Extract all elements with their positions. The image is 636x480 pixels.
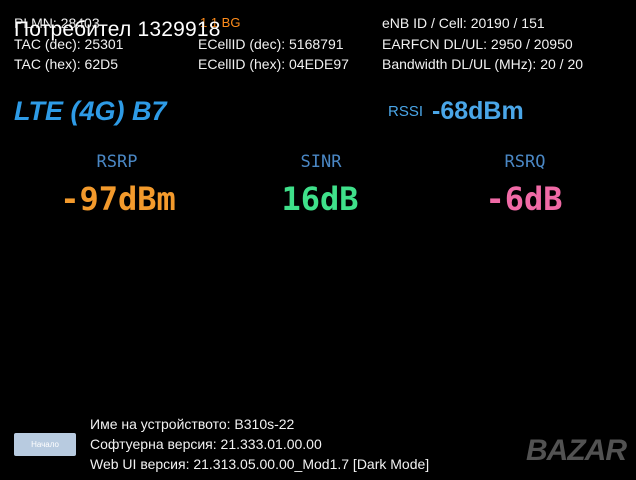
- rssi-value: -68dBm: [432, 97, 524, 125]
- earfcn-text: EARFCN DL/UL: 2950 / 20950: [382, 36, 573, 52]
- enb-cell-text: eNB ID / Cell: 20190 / 151: [382, 15, 545, 31]
- rsrp-label: RSRP: [96, 152, 138, 172]
- device-name-text: Име на устройството: B310s-22: [90, 416, 295, 432]
- rsrq-value: -6dB: [485, 180, 563, 218]
- user-caption: Потребител 1329918: [14, 18, 221, 41]
- network-tech: LTE (4G) B7: [14, 96, 167, 126]
- rsrq-label: RSRQ: [504, 152, 546, 172]
- webui-version-text: Web UI версия: 21.313.05.00.00_Mod1.7 [D…: [90, 456, 430, 472]
- rssi-label: RSSI: [388, 103, 424, 120]
- ecellid-hex-text: ECellID (hex): 04EDE97: [198, 56, 349, 72]
- bazar-watermark: BAZAR: [526, 434, 627, 467]
- sinr-label: SINR: [300, 152, 342, 172]
- tac-hex-text: TAC (hex): 62D5: [14, 56, 118, 72]
- software-version-text: Софтуерна версия: 21.333.01.00.00: [90, 436, 322, 452]
- rsrp-value: -97dBm: [60, 180, 176, 218]
- bandwidth-text: Bandwidth DL/UL (MHz): 20 / 20: [382, 56, 584, 72]
- home-button[interactable]: Начало: [14, 433, 76, 456]
- sinr-value: 16dB: [281, 180, 359, 218]
